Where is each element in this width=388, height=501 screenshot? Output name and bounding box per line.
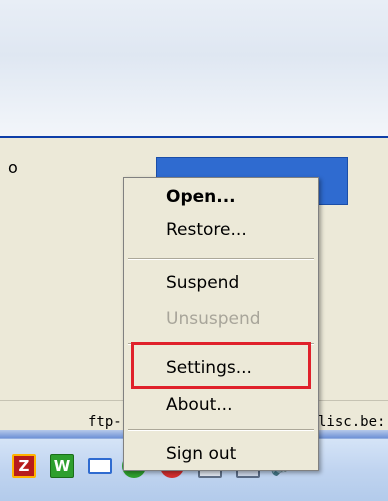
- menu-separator: [128, 429, 314, 431]
- status-right-text: lisc.be:: [318, 414, 386, 430]
- w-app-icon[interactable]: W: [50, 454, 74, 478]
- menu-item-restore[interactable]: Restore...: [166, 220, 247, 240]
- menu-item-open[interactable]: Open...: [166, 187, 236, 207]
- tray-context-menu: Open... Restore... Suspend Unsuspend Set…: [123, 177, 319, 471]
- filezilla-icon[interactable]: Z: [12, 454, 36, 478]
- menu-item-suspend[interactable]: Suspend: [166, 273, 239, 293]
- menu-item-sign-out[interactable]: Sign out: [166, 444, 236, 464]
- menu-separator: [128, 343, 314, 345]
- menu-separator: [128, 258, 314, 260]
- window-title-area: [0, 0, 388, 138]
- menu-item-unsuspend: Unsuspend: [166, 309, 261, 329]
- row-label: o: [8, 158, 18, 177]
- menu-item-settings[interactable]: Settings...: [166, 358, 252, 378]
- menu-item-about[interactable]: About...: [166, 395, 232, 415]
- network-icon[interactable]: [88, 458, 112, 474]
